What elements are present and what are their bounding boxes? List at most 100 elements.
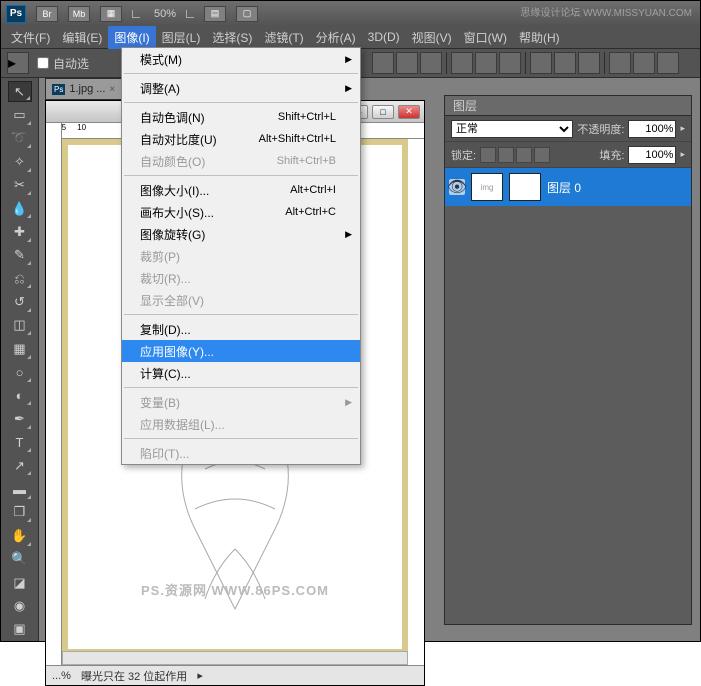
tool-quickmask[interactable]: ◉ xyxy=(8,595,32,616)
titlebar-dropdown-icon[interactable] xyxy=(132,10,140,18)
menu-edit[interactable]: 编辑(E) xyxy=(56,26,108,49)
view-grid-button[interactable]: ▦ xyxy=(100,6,122,22)
tool-crop[interactable]: ✂ xyxy=(8,175,32,196)
auto-select-checkbox[interactable]: 自动选 xyxy=(37,55,89,72)
submenu-arrow-icon: ▶ xyxy=(345,83,352,94)
zoom-dropdown-icon[interactable] xyxy=(186,10,194,18)
tool-blur[interactable]: ○ xyxy=(8,362,32,383)
lock-all-icon[interactable] xyxy=(534,147,550,163)
distribute-icon[interactable] xyxy=(530,52,552,74)
tool-eraser[interactable]: ◫ xyxy=(8,315,32,336)
menu-item-d[interactable]: 复制(D)... xyxy=(122,318,360,340)
menu-item-b: 变量(B)▶ xyxy=(122,391,360,413)
menu-item-i[interactable]: 图像大小(I)...Alt+Ctrl+I xyxy=(122,179,360,201)
opacity-input[interactable]: 100% xyxy=(628,120,676,138)
menu-view[interactable]: 视图(V) xyxy=(406,26,458,49)
tool-dodge[interactable]: ◐ xyxy=(8,385,32,406)
document-tab[interactable]: Ps 1.jpg ... × xyxy=(45,78,122,100)
toolbox: ↖ ▭ ➰ ✧ ✂ 💧 ✚ ✎ ⎌ ↺ ◫ ▦ ○ ◐ ✒ T ↗ ▬ ❒ ✋ … xyxy=(1,78,39,641)
lock-pixels-icon[interactable] xyxy=(498,147,514,163)
tool-marquee[interactable]: ▭ xyxy=(8,104,32,125)
bridge-button[interactable]: Br xyxy=(36,6,58,22)
distribute-icon[interactable] xyxy=(578,52,600,74)
menu-filter[interactable]: 滤镜(T) xyxy=(258,26,309,49)
menu-item-u[interactable]: 自动对比度(U)Alt+Shift+Ctrl+L xyxy=(122,128,360,150)
layers-panel-tab[interactable]: 图层 xyxy=(445,96,691,116)
layer-thumbnail[interactable]: img xyxy=(471,173,503,201)
status-zoom[interactable]: ...% xyxy=(52,670,71,682)
tool-move[interactable]: ↖ xyxy=(8,81,32,102)
zoom-label[interactable]: 50% xyxy=(154,8,176,20)
menu-item-c[interactable]: 计算(C)... xyxy=(122,362,360,384)
align-icon[interactable] xyxy=(396,52,418,74)
menu-item-m[interactable]: 模式(M)▶ xyxy=(122,48,360,70)
menu-layer[interactable]: 图层(L) xyxy=(156,26,207,49)
tool-fgbg[interactable]: ◪ xyxy=(8,572,32,593)
tool-wand[interactable]: ✧ xyxy=(8,151,32,172)
arrange-button[interactable]: ▤ xyxy=(204,6,226,22)
fill-arrow-icon[interactable]: ▸ xyxy=(680,149,685,160)
screen-button[interactable]: ▢ xyxy=(236,6,258,22)
visibility-eye-icon[interactable]: 👁 xyxy=(449,179,465,195)
tool-hand[interactable]: ✋ xyxy=(8,525,32,546)
menu-select[interactable]: 选择(S) xyxy=(206,26,258,49)
move-tool-preset-icon[interactable]: ▸ xyxy=(7,52,29,74)
blend-mode-row: 正常 不透明度: 100% ▸ xyxy=(445,116,691,142)
align-icon[interactable] xyxy=(451,52,473,74)
align-icon[interactable] xyxy=(420,52,442,74)
menu-help[interactable]: 帮助(H) xyxy=(513,26,566,49)
opacity-arrow-icon[interactable]: ▸ xyxy=(680,123,685,134)
menu-item-g[interactable]: 图像旋转(G)▶ xyxy=(122,223,360,245)
menu-file[interactable]: 文件(F) xyxy=(5,26,56,49)
tool-eyedrop[interactable]: 💧 xyxy=(8,198,32,219)
tool-stamp[interactable]: ⎌ xyxy=(8,268,32,289)
status-text: 曝光只在 32 位起作用 xyxy=(81,668,187,684)
tool-heal[interactable]: ✚ xyxy=(8,221,32,242)
tool-zoom[interactable]: 🔍 xyxy=(8,549,32,570)
menu-window[interactable]: 窗口(W) xyxy=(458,26,513,49)
image-menu-dropdown: 模式(M)▶ 调整(A)▶ 自动色调(N)Shift+Ctrl+L自动对比度(U)A… xyxy=(121,47,361,465)
close-button[interactable]: ✕ xyxy=(398,105,420,119)
menu-item-y[interactable]: 应用图像(Y)... xyxy=(122,340,360,362)
ruler-vertical[interactable] xyxy=(46,123,62,685)
minibridge-button[interactable]: Mb xyxy=(68,6,90,22)
align-icon[interactable] xyxy=(372,52,394,74)
tool-screenmode[interactable]: ▣ xyxy=(8,619,32,640)
layer-row[interactable]: 👁 img 图层 0 xyxy=(445,168,691,206)
align-icon[interactable] xyxy=(475,52,497,74)
menu-item-s[interactable]: 画布大小(S)...Alt+Ctrl+C xyxy=(122,201,360,223)
tool-gradient[interactable]: ▦ xyxy=(8,338,32,359)
status-arrow-icon[interactable]: ▸ xyxy=(197,669,203,682)
blend-mode-select[interactable]: 正常 xyxy=(451,120,573,138)
menu-3d[interactable]: 3D(D) xyxy=(362,27,406,47)
tool-pen[interactable]: ✒ xyxy=(8,408,32,429)
distribute-icon[interactable] xyxy=(554,52,576,74)
tool-lasso[interactable]: ➰ xyxy=(8,128,32,149)
menu-separator xyxy=(124,73,358,74)
lock-position-icon[interactable] xyxy=(516,147,532,163)
close-tab-icon[interactable]: × xyxy=(109,84,115,95)
lock-transparent-icon[interactable] xyxy=(480,147,496,163)
menu-image[interactable]: 图像(I) xyxy=(108,26,155,49)
menubar: 文件(F) 编辑(E) 图像(I) 图层(L) 选择(S) 滤镜(T) 分析(A… xyxy=(1,26,700,48)
menu-item-a[interactable]: 调整(A)▶ xyxy=(122,77,360,99)
scrollbar-horizontal[interactable] xyxy=(62,651,408,665)
separator xyxy=(604,52,605,74)
distribute-icon[interactable] xyxy=(633,52,655,74)
tool-brush[interactable]: ✎ xyxy=(8,245,32,266)
menu-analysis[interactable]: 分析(A) xyxy=(310,26,362,49)
align-icon[interactable] xyxy=(499,52,521,74)
maximize-button[interactable]: □ xyxy=(372,105,394,119)
layer-name-label[interactable]: 图层 0 xyxy=(547,179,581,196)
layer-mask-thumbnail[interactable] xyxy=(509,173,541,201)
tool-shape[interactable]: ▬ xyxy=(8,478,32,499)
fill-input[interactable]: 100% xyxy=(628,146,676,164)
tool-path[interactable]: ↗ xyxy=(8,455,32,476)
distribute-icon[interactable] xyxy=(657,52,679,74)
distribute-icon[interactable] xyxy=(609,52,631,74)
photoshop-app: Ps Br Mb ▦ 50% ▤ ▢ 思缘设计论坛 WWW.MISSYUAN.C… xyxy=(0,0,701,642)
tool-type[interactable]: T xyxy=(8,432,32,453)
menu-item-n[interactable]: 自动色调(N)Shift+Ctrl+L xyxy=(122,106,360,128)
tool-3d[interactable]: ❒ xyxy=(8,502,32,523)
tool-history[interactable]: ↺ xyxy=(8,291,32,312)
